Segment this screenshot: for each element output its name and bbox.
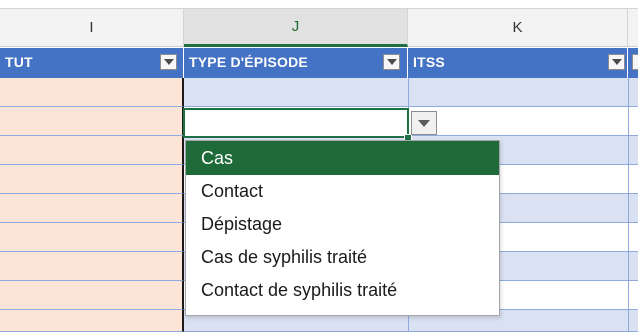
cell-statut[interactable]	[0, 194, 184, 223]
cell-itss[interactable]	[408, 78, 628, 107]
cell-statut[interactable]	[0, 165, 184, 194]
active-cell[interactable]	[183, 108, 409, 138]
dropdown-option-contact[interactable]: Contact	[186, 175, 499, 208]
cell-next[interactable]	[628, 165, 638, 194]
cell-statut[interactable]	[0, 223, 184, 252]
table-row	[0, 78, 638, 107]
cell-itss[interactable]	[408, 107, 628, 136]
filter-button-statut[interactable]	[160, 54, 177, 70]
chevron-down-icon	[611, 59, 622, 65]
header-label: TYPE D'ÉPISODE	[189, 54, 308, 70]
cell-next[interactable]	[628, 223, 638, 252]
table-header-statut: TUT	[0, 48, 184, 78]
filter-button-itss[interactable]	[608, 54, 625, 70]
cell-statut[interactable]	[0, 78, 184, 107]
validation-dropdown-list: Cas Contact Dépistage Cas de syphilis tr…	[185, 140, 500, 316]
chevron-down-icon	[163, 59, 174, 65]
table-header-itss: ITSS	[408, 48, 628, 78]
header-label: TUT	[5, 54, 33, 70]
cell-next[interactable]	[628, 136, 638, 165]
column-header-i[interactable]: I	[0, 9, 184, 47]
header-label: ITSS	[413, 54, 445, 70]
column-header-l[interactable]	[628, 9, 638, 47]
chevron-down-icon	[418, 119, 430, 127]
column-letter: J	[291, 18, 300, 35]
table-header-type-episode: TYPE D'ÉPISODE	[184, 48, 408, 78]
column-letter: I	[89, 19, 94, 36]
cell-statut[interactable]	[0, 252, 184, 281]
cell-statut[interactable]	[0, 107, 184, 136]
cell-type-episode[interactable]	[184, 78, 408, 107]
cell-next[interactable]	[628, 78, 638, 107]
dropdown-option-contact-syphilis-traite[interactable]: Contact de syphilis traité	[186, 274, 499, 307]
cell-statut[interactable]	[0, 281, 184, 310]
cell-statut[interactable]	[0, 136, 184, 165]
column-header-j[interactable]: J	[184, 9, 408, 47]
dropdown-option-depistage[interactable]: Dépistage	[186, 208, 499, 241]
cell-next[interactable]	[628, 252, 638, 281]
cell-next[interactable]	[628, 107, 638, 136]
filter-button-type-episode[interactable]	[383, 54, 400, 70]
validation-dropdown-button[interactable]	[411, 111, 437, 135]
column-header-k[interactable]: K	[408, 9, 628, 47]
dropdown-option-cas-syphilis-traite[interactable]: Cas de syphilis traité	[186, 241, 499, 274]
cell-statut[interactable]	[0, 310, 184, 332]
cell-next[interactable]	[628, 310, 638, 332]
column-letter: K	[512, 19, 523, 36]
chevron-down-icon	[386, 59, 397, 65]
dropdown-option-cas[interactable]: Cas	[186, 141, 499, 175]
cell-next[interactable]	[628, 194, 638, 223]
filter-button-next[interactable]	[632, 54, 638, 70]
ribbon-edge	[0, 0, 638, 9]
table-header-next	[628, 48, 638, 78]
cell-next[interactable]	[628, 281, 638, 310]
